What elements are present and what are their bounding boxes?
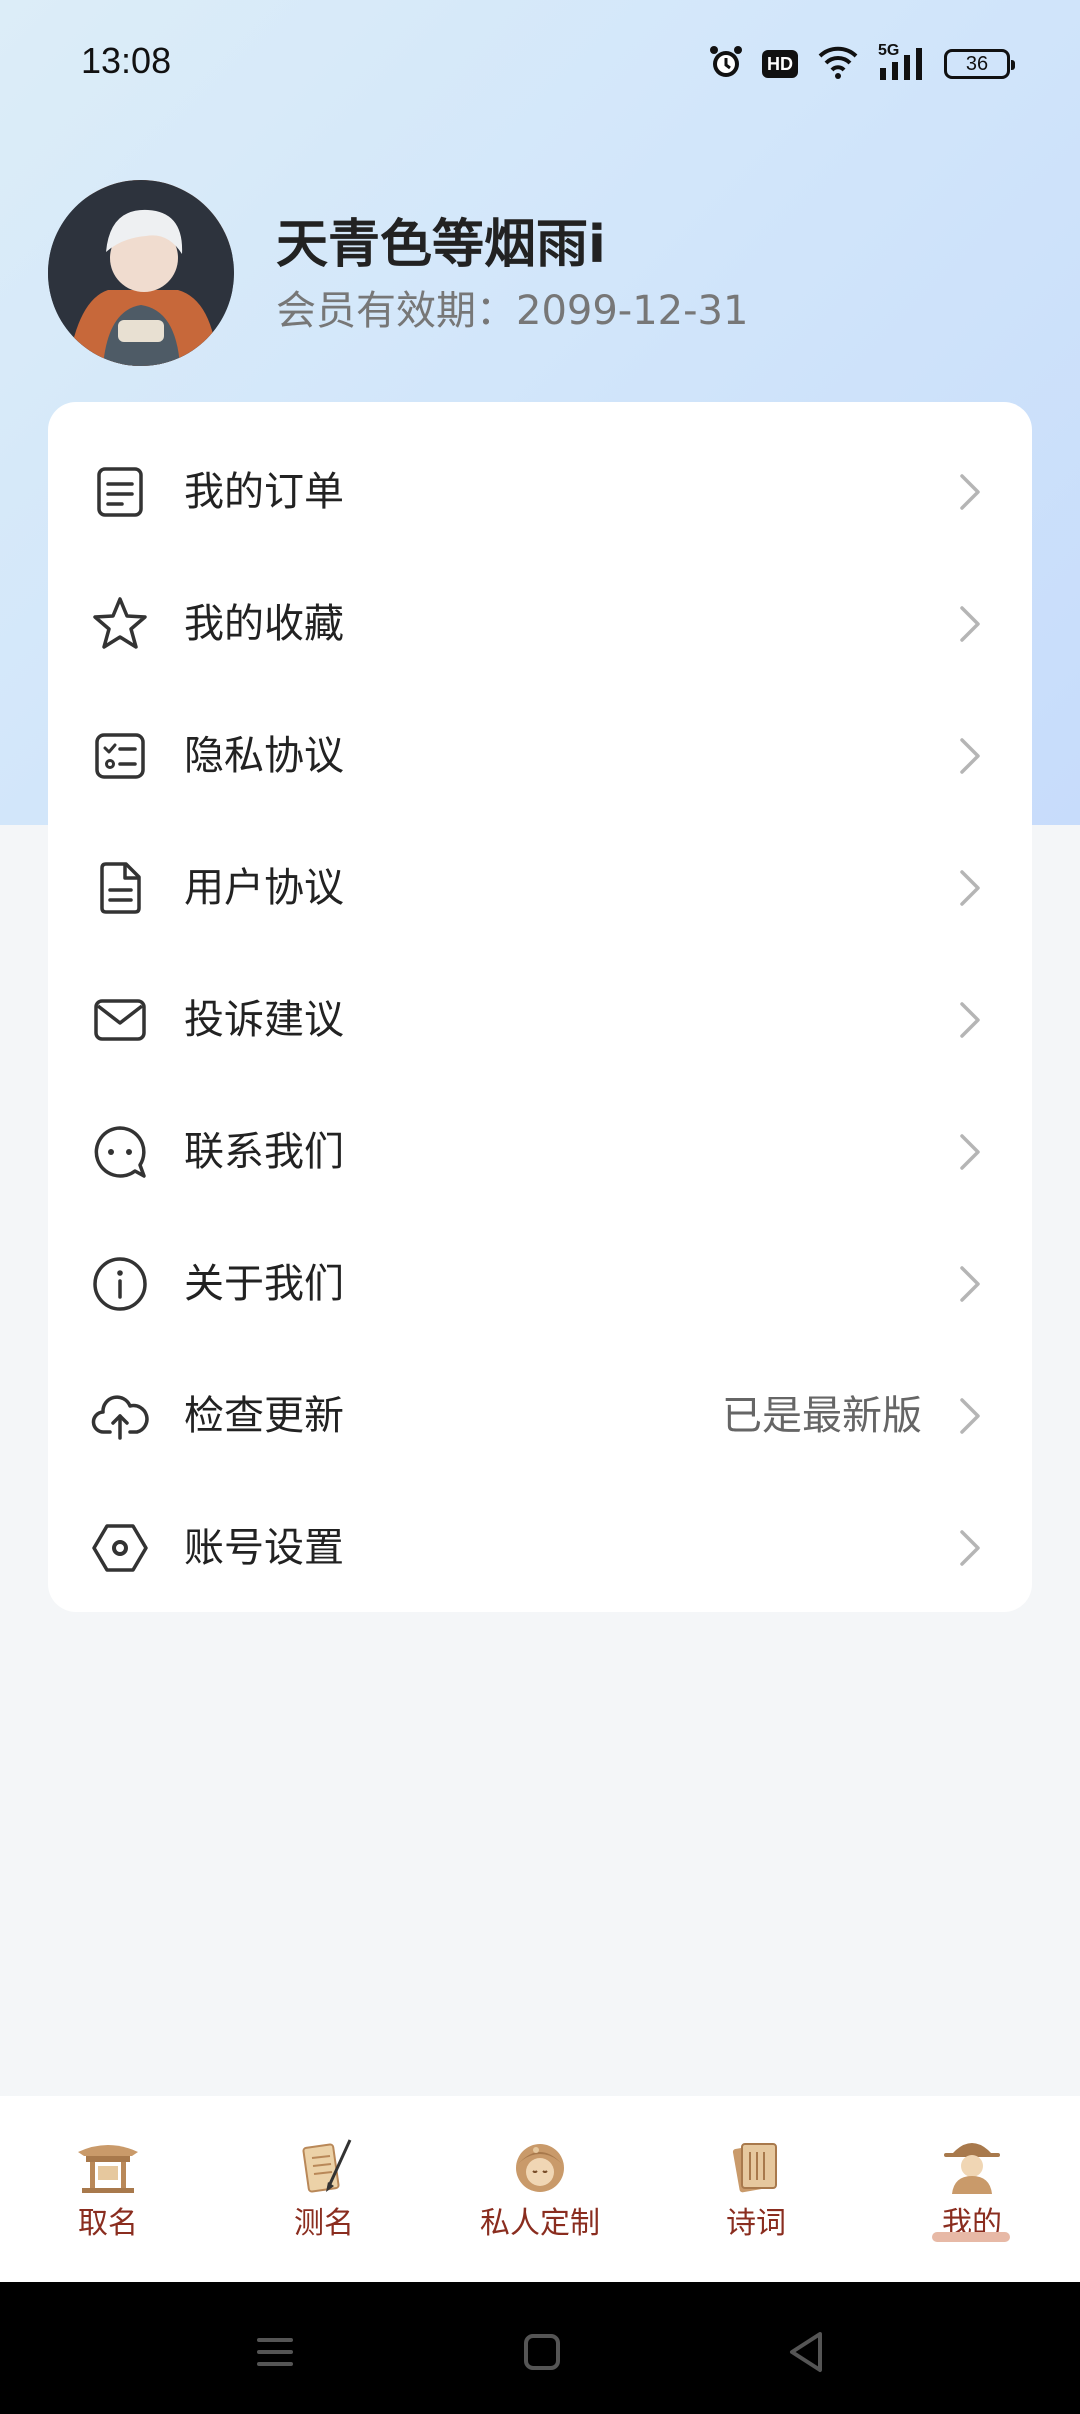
status-bar: 13:08 HD 5G 36 <box>0 0 1080 128</box>
hd-badge: HD <box>762 50 798 78</box>
user-name: 天青色等烟雨i <box>276 215 606 275</box>
chevron-right-icon <box>958 604 982 644</box>
chat-icon <box>90 1122 150 1182</box>
system-navigation-bar <box>0 2282 1080 2414</box>
menu-item-about[interactable]: 关于我们 <box>48 1218 1032 1350</box>
update-status: 已是最新版 <box>722 1393 922 1439</box>
menu-item-user-agreement[interactable]: 用户协议 <box>48 822 1032 954</box>
alarm-icon <box>708 44 744 84</box>
mail-icon <box>90 990 150 1050</box>
menu-item-label: 投诉建议 <box>184 997 344 1043</box>
menu-item-label: 隐私协议 <box>184 733 344 779</box>
menu-item-orders[interactable]: 我的订单 <box>48 426 1032 558</box>
avatar[interactable] <box>48 180 234 366</box>
scholar-icon <box>938 2136 1006 2196</box>
menu-item-favorites[interactable]: 我的收藏 <box>48 558 1032 690</box>
monk-icon <box>506 2136 574 2196</box>
menu-icon[interactable] <box>245 2322 305 2382</box>
menu-item-label: 用户协议 <box>184 865 344 911</box>
menu-item-label: 我的订单 <box>184 469 344 515</box>
bottom-tab-bar: 取名 测名 私人定制 诗词 我的 <box>0 2096 1080 2282</box>
chevron-right-icon <box>958 472 982 512</box>
tab-private-custom[interactable]: 私人定制 <box>432 2096 648 2282</box>
wifi-icon <box>816 44 860 84</box>
menu-item-account-settings[interactable]: 账号设置 <box>48 1482 1032 1614</box>
pavilion-icon <box>74 2136 142 2196</box>
chevron-right-icon <box>958 736 982 776</box>
chevron-right-icon <box>958 1396 982 1436</box>
tab-naming[interactable]: 取名 <box>0 2096 216 2282</box>
menu-item-feedback[interactable]: 投诉建议 <box>48 954 1032 1086</box>
tab-poetry[interactable]: 诗词 <box>648 2096 864 2282</box>
scroll-brush-icon <box>290 2136 358 2196</box>
menu-card: 我的订单 我的收藏 隐私协议 用户协议 投诉建议 联系我们 关于我们 检查更新 … <box>48 402 1032 1612</box>
status-time: 13:08 <box>81 40 172 81</box>
status-icons: HD 5G 36 <box>708 40 1015 88</box>
menu-item-privacy[interactable]: 隐私协议 <box>48 690 1032 822</box>
order-icon <box>90 462 150 522</box>
menu-item-label: 联系我们 <box>184 1129 344 1175</box>
chevron-right-icon <box>958 1528 982 1568</box>
menu-item-label: 关于我们 <box>184 1261 344 1307</box>
tab-label: 测名 <box>294 2206 354 2241</box>
tab-name-test[interactable]: 测名 <box>216 2096 432 2282</box>
chevron-right-icon <box>958 1000 982 1040</box>
tab-label: 私人定制 <box>480 2206 600 2241</box>
chevron-right-icon <box>958 1132 982 1172</box>
info-icon <box>90 1254 150 1314</box>
membership-expiry: 会员有效期：2099-12-31 <box>276 288 749 334</box>
tab-mine[interactable]: 我的 <box>864 2096 1080 2282</box>
menu-item-check-update[interactable]: 检查更新 已是最新版 <box>48 1350 1032 1482</box>
menu-item-label: 账号设置 <box>184 1525 344 1571</box>
signal-icon: 5G <box>878 42 926 82</box>
battery-icon: 36 <box>944 49 1015 79</box>
menu-item-label: 我的收藏 <box>184 601 344 647</box>
menu-item-label: 检查更新 <box>184 1393 344 1439</box>
chevron-right-icon <box>958 868 982 908</box>
cloud-upload-icon <box>90 1386 150 1446</box>
settings-icon <box>90 1518 150 1578</box>
battery-level: 36 <box>965 52 989 75</box>
star-icon <box>90 594 150 654</box>
tab-label: 取名 <box>78 2206 138 2241</box>
active-tab-indicator <box>932 2232 1010 2242</box>
menu-item-contact[interactable]: 联系我们 <box>48 1086 1032 1218</box>
checklist-icon <box>90 726 150 786</box>
document-icon <box>90 858 150 918</box>
chevron-right-icon <box>958 1264 982 1304</box>
home-icon[interactable] <box>512 2322 572 2382</box>
book-icon <box>722 2136 790 2196</box>
back-icon[interactable] <box>778 2322 838 2382</box>
tab-label: 诗词 <box>726 2206 786 2241</box>
